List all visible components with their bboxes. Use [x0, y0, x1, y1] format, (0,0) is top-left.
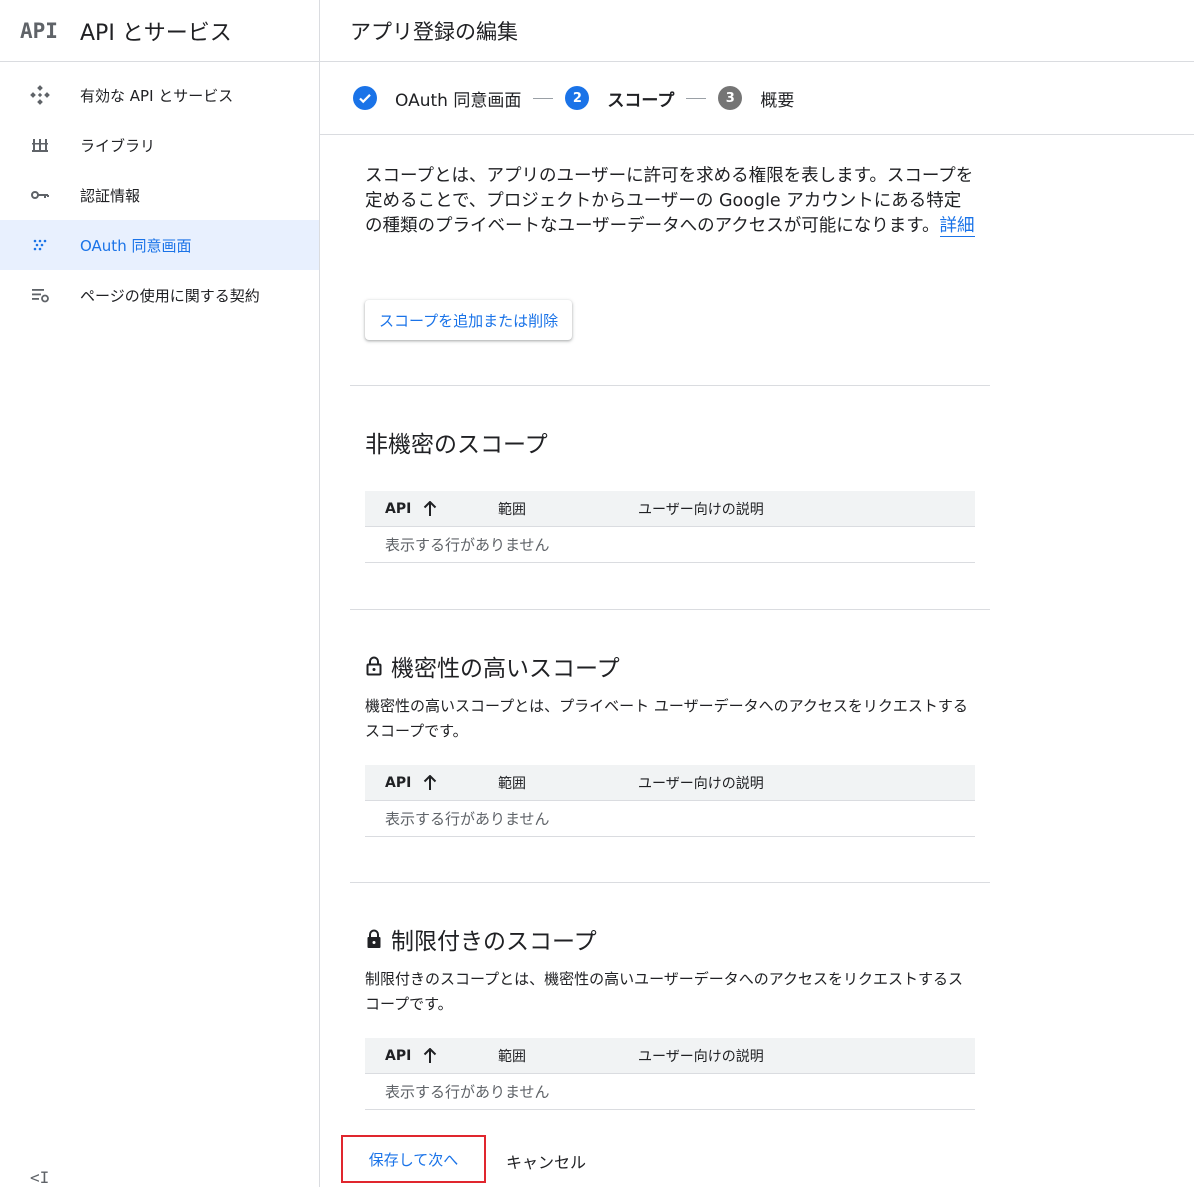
nonsensitive-scopes-table: API 範囲 ユーザー向けの説明 表示する行がありません: [365, 491, 975, 563]
table-header: API 範囲 ユーザー向けの説明: [365, 765, 975, 801]
empty-row: 表示する行がありません: [365, 1074, 975, 1110]
sidebar-item-label: 有効な API とサービス: [80, 86, 234, 105]
sort-arrow-up-icon: [423, 774, 437, 791]
save-and-continue-button[interactable]: 保存して次へ: [341, 1135, 486, 1183]
restricted-scopes-title: 制限付きのスコープ: [365, 922, 597, 956]
section-title-text: 機密性の高いスコープ: [391, 656, 620, 682]
lock-icon: [365, 929, 383, 949]
cancel-button[interactable]: キャンセル: [506, 1149, 586, 1173]
sidebar-title: API とサービス: [80, 20, 232, 46]
empty-row: 表示する行がありません: [365, 527, 975, 563]
sidebar-item-label: OAuth 同意画面: [80, 236, 192, 255]
col-range: 範囲: [498, 501, 526, 518]
section-title-text: 制限付きのスコープ: [391, 929, 597, 955]
sidebar-item-label: 認証情報: [80, 186, 141, 205]
step-summary[interactable]: 3 概要: [718, 86, 794, 111]
page-title: アプリ登録の編集: [350, 19, 518, 44]
empty-row: 表示する行がありません: [365, 801, 975, 837]
top-bar: アプリ登録の編集: [320, 0, 1194, 62]
add-remove-scopes-button[interactable]: スコープを追加または削除: [365, 300, 573, 340]
restricted-scopes-table: API 範囲 ユーザー向けの説明 表示する行がありません: [365, 1038, 975, 1110]
table-header: API 範囲 ユーザー向けの説明: [365, 491, 975, 527]
col-api[interactable]: API: [365, 774, 498, 791]
col-description: ユーザー向けの説明: [638, 501, 764, 518]
sidebar-item-label: ページの使用に関する契約: [80, 286, 260, 305]
col-range: 範囲: [498, 1048, 526, 1065]
sidebar-item-page-usage-agreements[interactable]: ページの使用に関する契約: [0, 270, 319, 320]
consent-dots-icon: [30, 235, 50, 255]
sort-arrow-up-icon: [423, 1047, 437, 1064]
sensitive-scopes-title: 機密性の高いスコープ: [365, 649, 620, 683]
key-icon: [30, 185, 50, 205]
api-diamond-icon: [30, 85, 50, 105]
sidebar-item-enabled-apis[interactable]: 有効な API とサービス: [0, 70, 319, 120]
step-label: 概要: [760, 90, 795, 111]
step-number: 3: [718, 86, 743, 110]
library-icon: [30, 135, 50, 155]
lock-open-icon: [365, 656, 383, 676]
sensitive-scopes-table: API 範囲 ユーザー向けの説明 表示する行がありません: [365, 765, 975, 837]
col-api-label: API: [385, 1047, 412, 1064]
step-label: スコープ: [607, 90, 675, 111]
divider: [350, 385, 990, 386]
check-icon: [353, 86, 377, 110]
col-api-label: API: [385, 500, 412, 517]
step-oauth-consent[interactable]: OAuth 同意画面: [353, 86, 521, 111]
sidebar-header: API API とサービス: [0, 0, 319, 62]
learn-more-link[interactable]: 詳細: [939, 216, 975, 237]
intro-body: スコープとは、アプリのユーザーに許可を求める権限を表します。スコープを定めること…: [365, 166, 974, 236]
restricted-scopes-description: 制限付きのスコープとは、機密性の高いユーザーデータへのアクセスをリクエストするス…: [365, 970, 964, 1013]
col-api-label: API: [385, 774, 412, 791]
intro-text: スコープとは、アプリのユーザーに許可を求める権限を表します。スコープを定めること…: [365, 164, 975, 239]
settings-list-icon: [30, 285, 50, 305]
main-content: スコープとは、アプリのユーザーに許可を求める権限を表します。スコープを定めること…: [320, 136, 1194, 1187]
stepper: OAuth 同意画面 2 スコープ 3 概要: [320, 62, 1194, 135]
col-api[interactable]: API: [365, 1047, 498, 1064]
collapse-sidebar-button[interactable]: <I: [30, 1168, 49, 1187]
divider: [350, 882, 990, 883]
col-description: ユーザー向けの説明: [638, 775, 764, 792]
col-description: ユーザー向けの説明: [638, 1048, 764, 1065]
step-number: 2: [565, 86, 590, 110]
sidebar-item-label: ライブラリ: [80, 136, 156, 155]
sensitive-scopes-description: 機密性の高いスコープとは、プライベート ユーザーデータへのアクセスをリクエストす…: [365, 697, 968, 740]
col-range: 範囲: [498, 775, 526, 792]
nonsensitive-scopes-title: 非機密のスコープ: [365, 425, 548, 459]
divider: [350, 609, 990, 610]
sidebar-item-oauth-consent[interactable]: OAuth 同意画面: [0, 220, 319, 270]
section-title-text: 非機密のスコープ: [365, 432, 548, 458]
table-header: API 範囲 ユーザー向けの説明: [365, 1038, 975, 1074]
col-api[interactable]: API: [365, 500, 498, 517]
step-scopes[interactable]: 2 スコープ: [565, 86, 674, 111]
sidebar-item-credentials[interactable]: 認証情報: [0, 170, 319, 220]
step-label: OAuth 同意画面: [395, 90, 522, 111]
sort-arrow-up-icon: [423, 500, 437, 517]
sidebar-item-library[interactable]: ライブラリ: [0, 120, 319, 170]
sidebar-nav: 有効な API とサービス ライブラリ 認証情報 OAuth 同意画面 ページの…: [0, 62, 319, 320]
step-separator: [686, 97, 707, 99]
api-logo: API: [20, 18, 58, 43]
sidebar: API API とサービス 有効な API とサービス ライブラリ 認証情報 O…: [0, 0, 320, 1187]
step-separator: [533, 97, 554, 99]
